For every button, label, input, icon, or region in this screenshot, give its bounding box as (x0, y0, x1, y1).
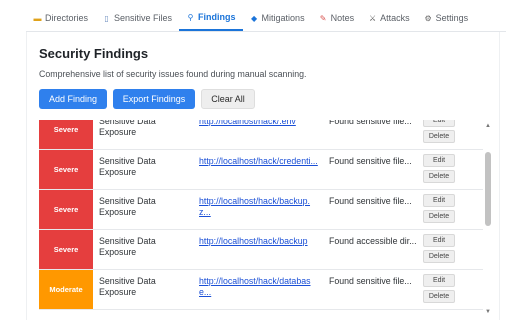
shield-icon: ◆ (250, 13, 258, 23)
finding-description: Found sensitive file... (329, 120, 412, 126)
tab-sensitive-files[interactable]: ▯ Sensitive Files (95, 5, 179, 31)
delete-button[interactable]: Delete (423, 250, 455, 263)
tab-label: Notes (330, 13, 355, 23)
tab-settings[interactable]: ⚙ Settings (417, 5, 476, 31)
scrollbar-thumb[interactable] (485, 152, 491, 226)
search-icon: ⚲ (187, 12, 194, 22)
edit-button[interactable]: Edit (423, 120, 455, 127)
tab-findings[interactable]: ⚲ Findings (179, 5, 243, 31)
scroll-down-arrow-icon[interactable]: ▼ (484, 308, 492, 316)
add-finding-button[interactable]: Add Finding (39, 89, 107, 109)
finding-type: Sensitive Data Exposure (99, 196, 156, 217)
finding-type: Sensitive Data Exposure (99, 276, 156, 297)
severity-badge: Severe (39, 190, 93, 229)
clear-all-button[interactable]: Clear All (201, 89, 255, 109)
tab-label: Directories (45, 13, 89, 23)
finding-url-link[interactable]: http://localhost/hack/.env (199, 120, 319, 127)
finding-url-link[interactable]: http://localhost/hack/databas e... (199, 276, 319, 298)
swords-icon: ⚔ (369, 13, 377, 23)
severity-badge: Severe (39, 230, 93, 269)
gear-icon: ⚙ (424, 13, 432, 23)
notes-icon: ✎ (319, 13, 327, 23)
tab-label: Sensitive Files (114, 13, 173, 23)
finding-description: Found sensitive file... (329, 276, 412, 286)
delete-button[interactable]: Delete (423, 210, 455, 223)
edit-button[interactable]: Edit (423, 154, 455, 167)
tab-label: Attacks (380, 13, 410, 23)
severity-badge: Severe (39, 150, 93, 189)
finding-description: Found sensitive file... (329, 156, 412, 166)
export-findings-button[interactable]: Export Findings (113, 89, 195, 109)
finding-url-link[interactable]: http://localhost/hack/backup.z... (199, 196, 319, 218)
delete-button[interactable]: Delete (423, 290, 455, 303)
tab-attacks[interactable]: ⚔ Attacks (361, 5, 417, 31)
tab-label: Findings (198, 12, 236, 22)
table-row: Severe Sensitive Data Exposure http://loca… (39, 190, 483, 230)
tab-label: Settings (435, 13, 469, 23)
tab-notes[interactable]: ✎ Notes (312, 5, 362, 31)
finding-type: Sensitive Data Exposure (99, 120, 156, 137)
finding-description: Found sensitive file... (329, 196, 412, 206)
edit-button[interactable]: Edit (423, 274, 455, 287)
table-row: Severe Sensitive Data Exposure http://loca… (39, 230, 483, 270)
severity-badge: Severe (39, 120, 93, 149)
tab-mitigations[interactable]: ◆ Mitigations (243, 5, 312, 31)
severity-badge: Moderate (39, 270, 93, 309)
table-row: Moderate Sensitive Data Exposure http://lo… (39, 270, 483, 310)
findings-panel: Security Findings Comprehensive list of … (26, 32, 500, 320)
tab-directories[interactable]: ▬ Directories (26, 5, 95, 31)
table-row: Severe Sensitive Data Exposure http://loca… (39, 150, 483, 190)
tab-bar: ▬ Directories ▯ Sensitive Files ⚲ Findings ◆ Mi… (26, 6, 506, 32)
findings-table: Severe Sensitive Data Exposure http://loca… (39, 120, 495, 318)
file-icon: ▯ (104, 13, 109, 23)
edit-button[interactable]: Edit (423, 234, 455, 247)
finding-url-link[interactable]: http://localhost/hack/backup (199, 236, 319, 247)
folder-icon: ▬ (33, 13, 42, 23)
page-title: Security Findings (39, 46, 149, 61)
table-row: Severe Sensitive Data Exposure http://loca… (39, 120, 483, 150)
page-subtitle: Comprehensive list of security issues fo… (39, 69, 307, 79)
edit-button[interactable]: Edit (423, 194, 455, 207)
delete-button[interactable]: Delete (423, 130, 455, 143)
finding-type: Sensitive Data Exposure (99, 236, 156, 257)
tab-label: Mitigations (261, 13, 305, 23)
finding-description: Found accessible dir... (329, 236, 417, 246)
scroll-up-arrow-icon[interactable]: ▲ (484, 122, 492, 130)
finding-type: Sensitive Data Exposure (99, 156, 156, 177)
scrollbar[interactable]: ▲ ▼ (484, 122, 492, 316)
delete-button[interactable]: Delete (423, 170, 455, 183)
finding-url-link[interactable]: http://localhost/hack/credenti... (199, 156, 319, 167)
